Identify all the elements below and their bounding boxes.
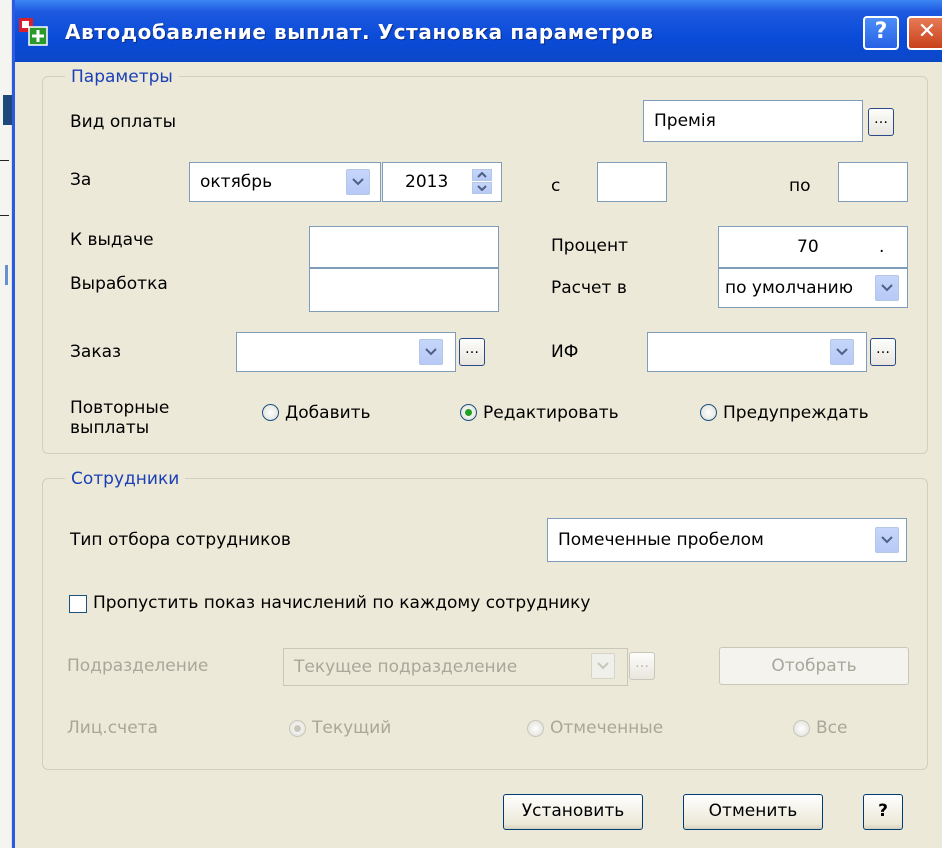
employees-legend: Сотрудники [65, 469, 186, 489]
help-title-button[interactable]: ? [863, 16, 899, 50]
dialog-window: Автодобавление выплат. Установка парамет… [12, 0, 942, 848]
radio-selected-dot [294, 725, 301, 732]
skip-accruals-label[interactable]: Пропустить показ начислений по каждому с… [93, 593, 590, 613]
accounts-marked-label[interactable]: Отмеченные [550, 718, 663, 738]
help-button[interactable]: ? [863, 794, 903, 830]
payment-type-browse-button[interactable]: … [868, 108, 894, 136]
calc-label: Расчет в [551, 278, 627, 298]
select-employees-button[interactable]: Отобрать [719, 647, 909, 685]
title-bar[interactable]: Автодобавление выплат. Установка парамет… [15, 0, 942, 62]
accounts-current-label[interactable]: Текущий [312, 718, 391, 738]
if-label: ИФ [551, 342, 579, 362]
repeat-edit-radio[interactable] [460, 404, 477, 421]
skip-accruals-checkbox[interactable] [69, 595, 87, 613]
repeat-payments-label: Повторные выплаты [70, 398, 169, 438]
department-dropdown-button[interactable] [591, 653, 615, 679]
chevron-down-icon [425, 348, 437, 356]
order-browse-button[interactable]: … [459, 338, 485, 366]
background-window-edge [0, 0, 12, 848]
close-button[interactable]: ✕ [907, 16, 942, 50]
repeat-add-label[interactable]: Добавить [285, 403, 371, 423]
spin-down-icon[interactable] [472, 182, 492, 194]
to-label: по [789, 176, 811, 196]
output-field[interactable] [309, 268, 499, 312]
department-browse-button[interactable]: … [629, 652, 655, 680]
department-select[interactable]: Текущее подразделение [283, 648, 628, 686]
from-label: с [551, 176, 561, 196]
repeat-warn-radio[interactable] [700, 404, 717, 421]
parameters-legend: Параметры [65, 67, 179, 87]
selection-type-label: Тип отбора сотрудников [70, 530, 291, 550]
accounts-current-radio[interactable] [289, 720, 306, 737]
chevron-down-icon [352, 178, 364, 186]
issue-label: К выдаче [70, 230, 154, 250]
percent-field[interactable]: 70 . [718, 226, 908, 268]
order-dropdown-button[interactable] [419, 339, 443, 365]
percent-value: 70 [797, 237, 819, 257]
accounts-all-radio[interactable] [793, 720, 810, 737]
repeat-add-radio[interactable] [262, 404, 279, 421]
accounts-marked-radio[interactable] [527, 720, 544, 737]
payment-type-label: Вид оплаты [70, 112, 176, 132]
chevron-down-icon [881, 284, 893, 292]
department-label: Подразделение [67, 656, 209, 676]
window-title: Автодобавление выплат. Установка парамет… [65, 20, 654, 44]
chevron-down-icon [881, 536, 893, 544]
repeat-warn-label[interactable]: Предупреждать [723, 403, 869, 423]
percent-suffix: . [879, 237, 885, 257]
if-browse-button[interactable]: … [870, 338, 896, 366]
spin-up-icon[interactable] [472, 169, 492, 181]
output-label: Выработка [70, 274, 168, 294]
issue-field[interactable] [309, 226, 499, 268]
percent-label: Процент [551, 236, 629, 256]
accounts-all-label[interactable]: Все [816, 718, 847, 738]
to-field[interactable] [838, 162, 908, 202]
radio-selected-dot [465, 409, 472, 416]
chevron-down-icon [836, 348, 848, 356]
calc-dropdown-button[interactable] [875, 275, 899, 301]
month-dropdown-button[interactable] [346, 169, 370, 195]
payment-type-field[interactable]: Премія [643, 100, 863, 142]
from-field[interactable] [597, 162, 667, 202]
accounts-label: Лиц.счета [67, 718, 158, 738]
apply-button[interactable]: Установить [503, 794, 643, 830]
order-label: Заказ [70, 342, 122, 362]
repeat-edit-label[interactable]: Редактировать [483, 403, 619, 423]
selection-type-dropdown-button[interactable] [875, 527, 899, 553]
repeat-label-line1: Повторные [70, 398, 170, 418]
selection-type-select[interactable]: Помеченные пробелом [547, 518, 907, 562]
app-icon [19, 18, 48, 46]
year-spinner[interactable] [472, 169, 494, 195]
period-label: За [70, 170, 92, 190]
cancel-button[interactable]: Отменить [683, 794, 823, 830]
chevron-down-icon [597, 662, 609, 670]
repeat-label-line2: выплаты [70, 418, 150, 438]
if-dropdown-button[interactable] [830, 339, 854, 365]
